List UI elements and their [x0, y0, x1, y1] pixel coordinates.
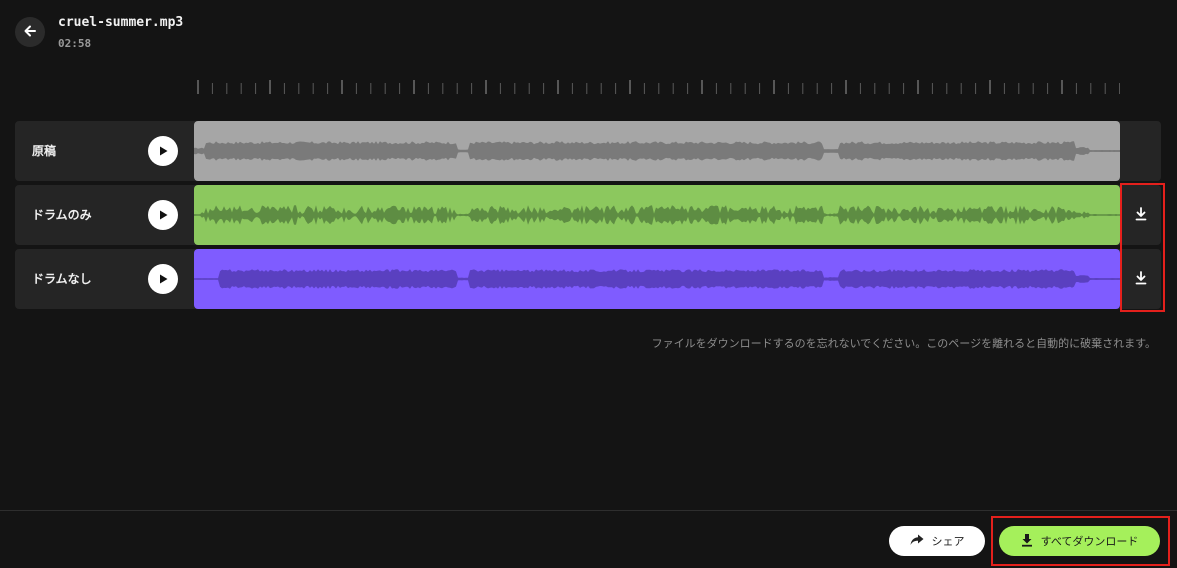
play-icon — [157, 206, 169, 225]
waveform[interactable] — [194, 185, 1120, 245]
download-track-button[interactable] — [1120, 185, 1161, 245]
play-button[interactable] — [148, 264, 178, 294]
track-label: ドラムのみ — [32, 208, 92, 222]
play-button[interactable] — [148, 200, 178, 230]
share-label: シェア — [931, 535, 965, 548]
download-track-button[interactable] — [1120, 249, 1161, 309]
notice-text: ファイルをダウンロードするのを忘れないでください。このページを離れると自動的に破… — [651, 337, 1156, 350]
play-button[interactable] — [148, 136, 178, 166]
timeline-ruler — [197, 80, 1120, 94]
play-icon — [157, 270, 169, 289]
back-button[interactable] — [15, 17, 45, 47]
arrow-left-icon — [23, 23, 37, 42]
waveform[interactable] — [194, 249, 1120, 309]
track-drums-only: ドラムのみ — [15, 185, 1161, 245]
track-original: 原稿 — [15, 121, 1161, 181]
share-button[interactable]: シェア — [889, 526, 985, 556]
download-icon — [1021, 533, 1033, 550]
waveform[interactable] — [194, 121, 1120, 181]
download-all-button[interactable]: すべてダウンロード — [999, 526, 1160, 556]
track-label: ドラムなし — [32, 272, 92, 286]
track-label: 原稿 — [32, 144, 57, 158]
download-icon — [1135, 206, 1147, 225]
share-arrow-icon — [910, 534, 924, 549]
file-duration: 02:58 — [58, 37, 92, 50]
download-icon — [1135, 270, 1147, 289]
download-all-label: すべてダウンロード — [1040, 535, 1139, 548]
file-name: cruel-summer.mp3 — [58, 15, 184, 30]
footer-divider — [0, 510, 1177, 511]
track-no-drums: ドラムなし — [15, 249, 1161, 309]
play-icon — [157, 142, 169, 161]
